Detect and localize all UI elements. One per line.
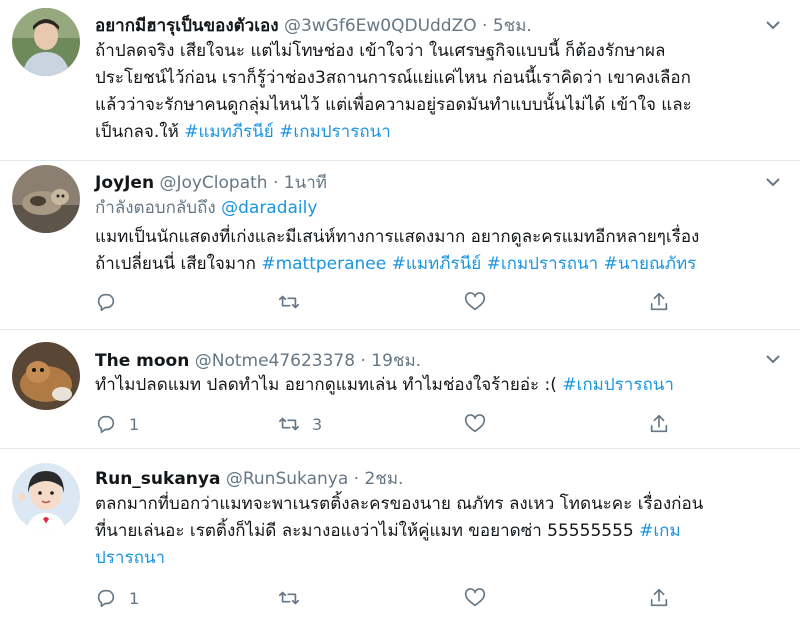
retweet-button[interactable]	[278, 290, 312, 314]
hashtag-link[interactable]: ปรารถนา	[95, 548, 165, 568]
share-button[interactable]	[648, 412, 670, 436]
separator-dot: ·	[360, 351, 366, 371]
tweet-text: ถ้าปลดจริง เสียใจนะ แต่ไม่โทษช่อง เข้าใจ…	[95, 38, 785, 146]
tweet-time[interactable]: 2ชม.	[364, 469, 403, 489]
hashtag-link[interactable]: #แมทภีรนีย์	[184, 122, 274, 142]
tweet-actions: 1 3	[95, 412, 695, 436]
text-segment: เป็นกลจ.ให้	[95, 122, 185, 142]
tweet-text-line: แมทเป็นนักแสดงที่เก่งและมีเสน่ห์ทางการแส…	[95, 224, 785, 251]
chevron-down-icon[interactable]	[764, 173, 782, 191]
tweet-text-line: ทำไมปลดแมท ปลดทำไม อยากดูแมทเล่น ทำไมช่อ…	[95, 372, 785, 399]
like-icon	[464, 292, 486, 311]
text-segment: ถ้าปลดจริง เสียใจนะ แต่ไม่โทษช่อง เข้าใจ…	[95, 41, 666, 61]
hashtag-link[interactable]: #เกม	[639, 521, 681, 541]
reply-to-handle[interactable]: @daradaily	[221, 198, 317, 218]
tweet-text-line: ถ้าปลดจริง เสียใจนะ แต่ไม่โทษช่อง เข้าใจ…	[95, 38, 785, 65]
text-segment: แล้วว่าจะรักษาคนดูกลุ่มไหนไว้ แต่เพื่อคว…	[95, 95, 692, 115]
share-button[interactable]	[648, 290, 670, 314]
author-name[interactable]: The moon	[95, 351, 189, 371]
tweet-time[interactable]: 1นาที	[284, 173, 327, 193]
share-icon	[650, 414, 668, 433]
author-name[interactable]: อยากมีฮารุเป็นของตัวเอง	[95, 16, 279, 36]
separator-dot: ·	[272, 173, 279, 193]
tweet[interactable]: JoyJen @JoyClopath · 1นาที กำลังตอบกลับถ…	[0, 161, 800, 329]
tweet-text-line: ถ้าเปลี่ยนนี่ เสียใจมาก #mattperanee #แม…	[95, 251, 785, 278]
separator-dot: ·	[353, 469, 360, 489]
hashtag-link[interactable]: #เกมปรารถนา	[562, 375, 674, 395]
separator-dot: ·	[482, 16, 488, 36]
tweet-text-line: แล้วว่าจะรักษาคนดูกลุ่มไหนไว้ แต่เพื่อคว…	[95, 92, 785, 119]
avatar[interactable]	[12, 8, 80, 76]
author-handle[interactable]: @3wGf6Ew0QDUddZO	[284, 16, 477, 36]
tweet[interactable]: อยากมีฮารุเป็นของตัวเอง @3wGf6Ew0QDUddZO…	[0, 0, 800, 160]
hashtag-link[interactable]: #mattperanee	[261, 254, 386, 274]
tweet-text-line: ปรารถนา	[95, 545, 785, 572]
tweet[interactable]: The moon @Notme47623378 · 19ชม. ทำไมปลดแ…	[0, 330, 800, 448]
avatar[interactable]	[12, 342, 80, 410]
avatar[interactable]	[12, 463, 80, 531]
author-handle[interactable]: @Notme47623378	[195, 351, 355, 371]
like-button[interactable]	[464, 586, 486, 610]
chevron-down-icon[interactable]	[764, 16, 782, 34]
retweet-button[interactable]	[278, 586, 312, 610]
hashtag-link[interactable]: #นายณภัทร	[604, 254, 697, 274]
tweet-text-line: ที่นายเล่นอะ เรตติ้งก็ไม่ดี ละมางอแงว่าไ…	[95, 518, 785, 545]
like-button[interactable]	[464, 290, 486, 314]
like-icon	[464, 588, 486, 607]
tweet-text: ทำไมปลดแมท ปลดทำไม อยากดูแมทเล่น ทำไมช่อ…	[95, 372, 785, 399]
tweet-text: แมทเป็นนักแสดงที่เก่งและมีเสน่ห์ทางการแส…	[95, 224, 785, 278]
tweet-actions	[95, 290, 695, 314]
author-handle[interactable]: @JoyClopath	[159, 173, 267, 193]
hashtag-link[interactable]: #เกมปรารถนา	[487, 254, 599, 274]
like-button[interactable]	[464, 412, 486, 436]
author-handle[interactable]: @RunSukanya	[226, 469, 348, 489]
reply-icon	[97, 589, 115, 608]
tweet[interactable]: Run_sukanya @RunSukanya · 2ชม. ตลกมากที่…	[0, 449, 800, 625]
retweet-icon	[279, 591, 299, 605]
tweet-text-line: ตลกมากที่บอกว่าแมทจะพาเนรตติ้งละครของนาย…	[95, 491, 785, 518]
retweet-icon	[279, 295, 299, 309]
share-button[interactable]	[648, 586, 670, 610]
text-segment: แมทเป็นนักแสดงที่เก่งและมีเสน่ห์ทางการแส…	[95, 227, 700, 247]
reply-button[interactable]: 1	[95, 412, 139, 436]
reply-icon	[97, 415, 115, 434]
reply-icon	[97, 293, 115, 312]
tweet-text: ตลกมากที่บอกว่าแมทจะพาเนรตติ้งละครของนาย…	[95, 491, 785, 572]
tweet-time[interactable]: 5ชม.	[493, 16, 532, 36]
tweet-actions: 1	[95, 586, 695, 610]
retweet-icon	[279, 417, 299, 431]
tweet-time[interactable]: 19ชม.	[371, 351, 421, 371]
reply-context-label: กำลังตอบกลับถึง	[95, 198, 222, 218]
reply-count: 1	[129, 588, 140, 608]
share-icon	[650, 588, 668, 607]
text-segment: ประโยชน์ไว้ก่อน เราก็รู้ว่าช่อง3สถานการณ…	[95, 68, 691, 88]
avatar[interactable]	[12, 165, 80, 233]
reply-context: กำลังตอบกลับถึง @daradaily	[95, 195, 785, 222]
reply-button[interactable]: 1	[95, 586, 139, 610]
chevron-down-icon[interactable]	[764, 350, 782, 368]
share-icon	[650, 292, 668, 311]
reply-count: 1	[129, 414, 140, 434]
like-icon	[464, 414, 486, 433]
author-name[interactable]: Run_sukanya	[95, 469, 220, 489]
retweet-count: 3	[312, 414, 323, 434]
tweet-text-line: เป็นกลจ.ให้ #แมทภีรนีย์ #เกมปรารถนา	[95, 119, 785, 146]
retweet-button[interactable]: 3	[278, 412, 322, 436]
author-name[interactable]: JoyJen	[95, 173, 154, 193]
text-segment: ทำไมปลดแมท ปลดทำไม อยากดูแมทเล่น ทำไมช่อ…	[95, 375, 563, 395]
hashtag-link[interactable]: #เกมปรารถนา	[279, 122, 391, 142]
text-segment: ที่นายเล่นอะ เรตติ้งก็ไม่ดี ละมางอแงว่าไ…	[95, 521, 640, 541]
tweet-text-line: ประโยชน์ไว้ก่อน เราก็รู้ว่าช่อง3สถานการณ…	[95, 65, 785, 92]
text-segment: ตลกมากที่บอกว่าแมทจะพาเนรตติ้งละครของนาย…	[95, 494, 704, 514]
text-segment: ถ้าเปลี่ยนนี่ เสียใจมาก	[95, 254, 262, 274]
hashtag-link[interactable]: #แมทภีรนีย์	[392, 254, 482, 274]
reply-button[interactable]	[95, 290, 129, 314]
